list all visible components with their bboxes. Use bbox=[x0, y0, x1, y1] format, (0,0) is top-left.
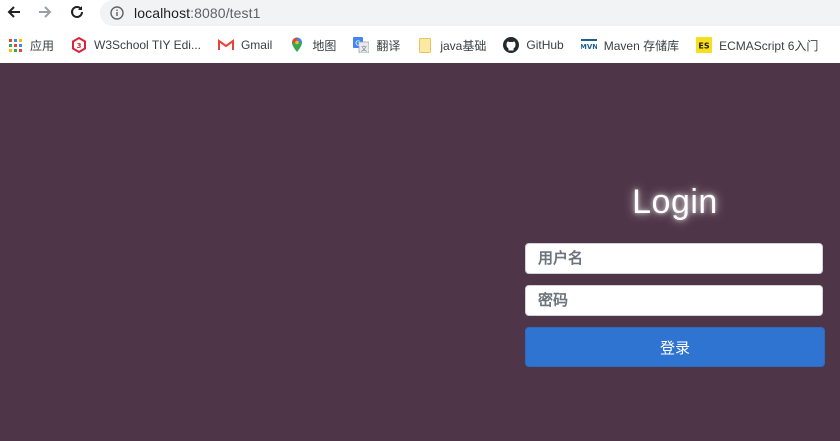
bookmark-label: ECMAScript 6入门 bbox=[719, 38, 819, 53]
bookmark-maps[interactable]: 地图 bbox=[289, 32, 336, 58]
bookmark-translate[interactable]: G文 翻译 bbox=[353, 32, 400, 58]
bookmark-w3school[interactable]: 3 W3School TIY Edi... bbox=[71, 32, 201, 58]
w3school-icon: 3 bbox=[71, 37, 87, 53]
address-bar[interactable]: localhost:8080/test1 bbox=[100, 0, 840, 26]
translate-icon: G文 bbox=[353, 37, 370, 53]
browser-chrome: localhost:8080/test1 应用 3 W3School TIY E… bbox=[0, 0, 840, 64]
es-icon: ES bbox=[696, 37, 713, 53]
svg-text:3: 3 bbox=[77, 42, 82, 50]
forward-button[interactable] bbox=[34, 1, 56, 23]
maven-icon: MVN bbox=[580, 37, 597, 53]
svg-text:ES: ES bbox=[698, 42, 709, 51]
svg-text:G: G bbox=[356, 40, 361, 48]
url-path: :8080/test1 bbox=[190, 5, 261, 21]
back-button[interactable] bbox=[3, 1, 25, 23]
bookmark-folder-java[interactable]: java基础 bbox=[417, 32, 486, 58]
arrow-left-icon bbox=[7, 6, 20, 18]
login-button[interactable]: 登录 bbox=[525, 327, 825, 367]
bookmark-label: 应用 bbox=[30, 38, 55, 53]
arrow-right-icon bbox=[39, 6, 52, 18]
bookmark-github[interactable]: GitHub bbox=[503, 32, 564, 58]
bookmark-label: W3School TIY Edi... bbox=[94, 38, 201, 52]
site-info-icon[interactable] bbox=[109, 5, 125, 21]
username-input[interactable] bbox=[525, 243, 823, 274]
reload-icon bbox=[71, 5, 83, 18]
folder-icon bbox=[417, 37, 433, 53]
bookmark-gmail[interactable]: Gmail bbox=[217, 32, 273, 58]
bookmark-maven[interactable]: MVN Maven 存储库 bbox=[580, 32, 680, 58]
svg-text:文: 文 bbox=[361, 45, 367, 53]
password-input[interactable] bbox=[525, 285, 823, 316]
bookmark-apps[interactable]: 应用 bbox=[7, 32, 54, 58]
reload-button[interactable] bbox=[66, 1, 88, 23]
svg-text:MVN: MVN bbox=[581, 43, 597, 51]
bookmark-ecmascript[interactable]: ES ECMAScript 6入门 bbox=[696, 32, 818, 58]
login-title: Login bbox=[632, 183, 718, 221]
maps-pin-icon bbox=[289, 37, 305, 53]
browser-toolbar: localhost:8080/test1 bbox=[0, 0, 840, 26]
bookmark-label: 地图 bbox=[312, 38, 337, 53]
bookmark-label: Gmail bbox=[240, 38, 273, 52]
bookmark-label: java基础 bbox=[440, 38, 487, 53]
gmail-icon bbox=[217, 37, 234, 53]
bookmark-label: GitHub bbox=[526, 38, 564, 52]
bookmark-label: Maven 存储库 bbox=[603, 38, 680, 53]
apps-grid-icon bbox=[7, 37, 23, 53]
url-text: localhost:8080/test1 bbox=[134, 5, 261, 21]
github-icon bbox=[503, 37, 520, 53]
url-host: localhost bbox=[134, 5, 191, 21]
bookmark-label: 翻译 bbox=[376, 38, 401, 53]
bookmarks-bar: 应用 3 W3School TIY Edi... Gmail 地图 G文 翻译 bbox=[0, 32, 840, 58]
